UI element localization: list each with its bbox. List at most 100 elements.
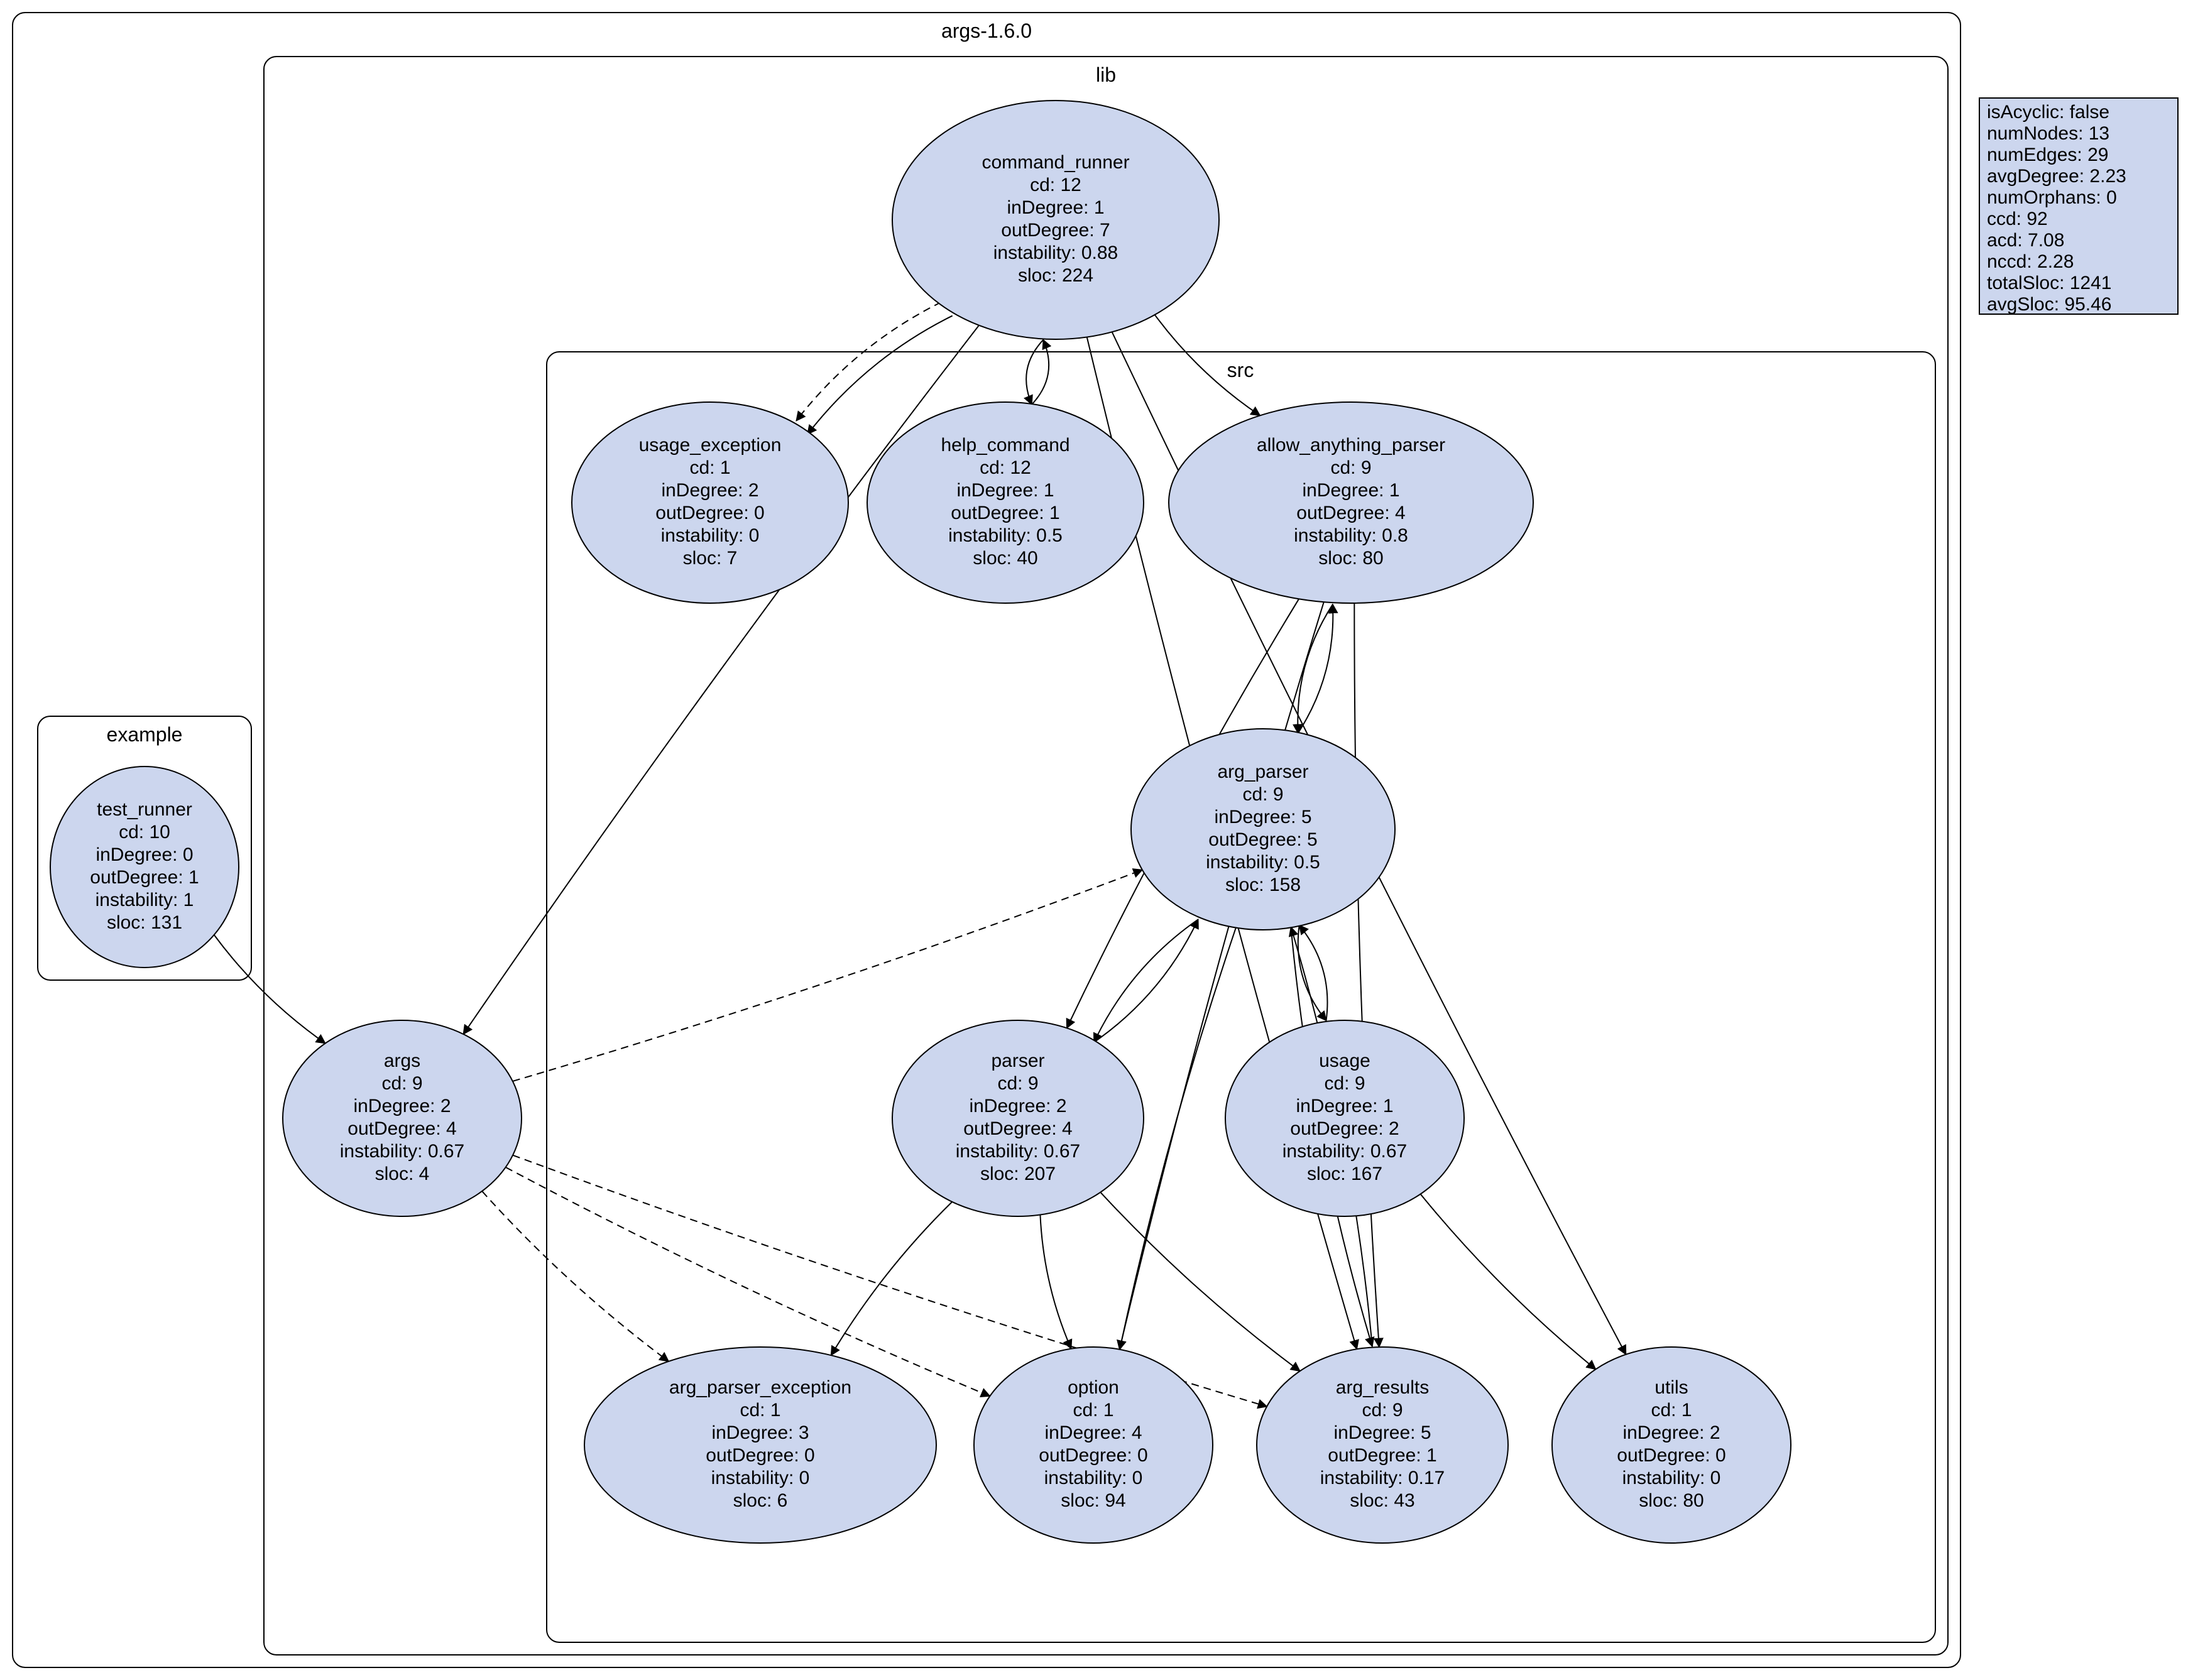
- svg-text:allow_anything_parser: allow_anything_parser: [1257, 435, 1445, 455]
- svg-text:inDegree: 5: inDegree: 5: [1333, 1422, 1431, 1443]
- node-parser: parsercd: 9inDegree: 2outDegree: 4instab…: [892, 1020, 1144, 1216]
- svg-text:instability: 1: instability: 1: [96, 890, 194, 910]
- svg-text:cd: 1: cd: 1: [1651, 1400, 1692, 1421]
- svg-text:arg_parser_exception: arg_parser_exception: [669, 1377, 851, 1398]
- svg-text:sloc: 4: sloc: 4: [375, 1164, 430, 1184]
- svg-text:outDegree: 1: outDegree: 1: [951, 503, 1059, 523]
- node-help_command: help_commandcd: 12inDegree: 1outDegree: …: [867, 402, 1144, 603]
- svg-text:cd: 1: cd: 1: [689, 457, 730, 478]
- dependency-diagram: args-1.6.0 lib src example command_runne…: [0, 0, 2193, 1680]
- svg-text:instability: 0.67: instability: 0.67: [956, 1141, 1080, 1162]
- svg-text:cd: 10: cd: 10: [119, 822, 170, 843]
- edge-parser-arg_parser: [1094, 919, 1198, 1042]
- edge-allow_anything_parser-arg_results: [1354, 603, 1379, 1347]
- svg-text:instability: 0: instability: 0: [711, 1468, 810, 1488]
- svg-text:avgSloc: 95.46: avgSloc: 95.46: [1987, 294, 2111, 315]
- graph-nodes: command_runnercd: 12inDegree: 1outDegree…: [50, 101, 1791, 1543]
- svg-text:instability: 0.5: instability: 0.5: [1206, 852, 1320, 873]
- svg-text:command_runner: command_runner: [982, 152, 1129, 173]
- edge-parser-arg_parser_exception: [831, 1202, 953, 1355]
- svg-text:acd: 7.08: acd: 7.08: [1987, 230, 2064, 251]
- edge-command_runner-usage_exception: [807, 316, 953, 435]
- node-args: argscd: 9inDegree: 2outDegree: 4instabil…: [283, 1020, 522, 1216]
- svg-text:sloc: 167: sloc: 167: [1307, 1164, 1382, 1184]
- node-test_runner: test_runnercd: 10inDegree: 0outDegree: 1…: [50, 766, 239, 968]
- svg-text:instability: 0.5: instability: 0.5: [948, 525, 1063, 546]
- svg-text:inDegree: 5: inDegree: 5: [1214, 807, 1311, 827]
- node-arg_results: arg_resultscd: 9inDegree: 5outDegree: 1i…: [1257, 1347, 1508, 1543]
- svg-text:outDegree: 4: outDegree: 4: [1296, 503, 1405, 523]
- svg-text:instability: 0: instability: 0: [1044, 1468, 1143, 1488]
- edge-usage-utils: [1421, 1194, 1596, 1370]
- svg-text:cd: 9: cd: 9: [1242, 784, 1283, 805]
- node-usage: usagecd: 9inDegree: 1outDegree: 2instabi…: [1225, 1020, 1464, 1216]
- edge-test_runner-args: [214, 935, 325, 1044]
- svg-text:inDegree: 2: inDegree: 2: [661, 480, 758, 501]
- node-option: optioncd: 1inDegree: 4outDegree: 0instab…: [974, 1347, 1213, 1543]
- svg-text:cd: 9: cd: 9: [381, 1073, 422, 1094]
- svg-text:outDegree: 1: outDegree: 1: [90, 867, 199, 888]
- edge-command_runner-help_command: [1026, 340, 1043, 405]
- svg-text:outDegree: 0: outDegree: 0: [706, 1445, 814, 1466]
- svg-text:usage: usage: [1319, 1050, 1370, 1071]
- svg-text:outDegree: 0: outDegree: 0: [1039, 1445, 1147, 1466]
- svg-text:cd: 12: cd: 12: [1030, 175, 1081, 195]
- node-arg_parser: arg_parsercd: 9inDegree: 5outDegree: 5in…: [1131, 729, 1395, 930]
- svg-text:instability: 0.17: instability: 0.17: [1320, 1468, 1445, 1488]
- svg-text:outDegree: 4: outDegree: 4: [347, 1118, 456, 1139]
- edge-parser-arg_results: [1100, 1192, 1299, 1372]
- svg-text:sloc: 80: sloc: 80: [1318, 548, 1383, 569]
- svg-text:cd: 9: cd: 9: [1362, 1400, 1403, 1421]
- cluster-root-label: args-1.6.0: [941, 19, 1032, 42]
- svg-text:args: args: [384, 1050, 420, 1071]
- svg-text:sloc: 6: sloc: 6: [733, 1490, 788, 1511]
- edge-args-arg_parser_exception: [482, 1191, 669, 1361]
- svg-text:arg_parser: arg_parser: [1217, 761, 1308, 782]
- svg-text:outDegree: 0: outDegree: 0: [655, 503, 764, 523]
- svg-text:sloc: 158: sloc: 158: [1225, 875, 1301, 895]
- svg-text:isAcyclic: false: isAcyclic: false: [1987, 102, 2109, 123]
- svg-text:sloc: 40: sloc: 40: [973, 548, 1037, 569]
- svg-text:utils: utils: [1654, 1377, 1688, 1398]
- svg-text:sloc: 224: sloc: 224: [1018, 265, 1093, 286]
- svg-text:test_runner: test_runner: [97, 799, 192, 820]
- svg-text:cd: 9: cd: 9: [997, 1073, 1038, 1094]
- svg-text:sloc: 7: sloc: 7: [683, 548, 738, 569]
- svg-text:inDegree: 2: inDegree: 2: [353, 1096, 451, 1116]
- edge-arg_parser-usage: [1298, 925, 1326, 1021]
- cluster-lib-label: lib: [1096, 63, 1116, 86]
- node-allow_anything_parser: allow_anything_parsercd: 9inDegree: 1out…: [1169, 402, 1533, 603]
- edge-parser-option: [1040, 1215, 1071, 1349]
- svg-text:instability: 0: instability: 0: [1622, 1468, 1721, 1488]
- svg-text:outDegree: 5: outDegree: 5: [1208, 829, 1317, 850]
- edge-help_command-command_runner: [1032, 340, 1049, 405]
- svg-text:cd: 9: cd: 9: [1324, 1073, 1365, 1094]
- node-command_runner: command_runnercd: 12inDegree: 1outDegree…: [892, 101, 1219, 339]
- svg-text:outDegree: 7: outDegree: 7: [1001, 220, 1110, 241]
- svg-text:sloc: 80: sloc: 80: [1639, 1490, 1704, 1511]
- svg-text:inDegree: 4: inDegree: 4: [1044, 1422, 1142, 1443]
- svg-text:inDegree: 1: inDegree: 1: [1302, 480, 1399, 501]
- svg-text:inDegree: 3: inDegree: 3: [711, 1422, 809, 1443]
- svg-text:outDegree: 2: outDegree: 2: [1290, 1118, 1399, 1139]
- svg-text:numEdges: 29: numEdges: 29: [1987, 145, 2108, 165]
- svg-text:sloc: 94: sloc: 94: [1061, 1490, 1125, 1511]
- edge-arg_parser-parser: [1094, 919, 1198, 1042]
- edge-allow_anything_parser-option: [1120, 602, 1324, 1350]
- svg-text:outDegree: 1: outDegree: 1: [1328, 1445, 1436, 1466]
- svg-text:help_command: help_command: [941, 435, 1069, 455]
- svg-text:ccd: 92: ccd: 92: [1987, 209, 2048, 229]
- svg-text:outDegree: 0: outDegree: 0: [1617, 1445, 1725, 1466]
- graph-stats-box: isAcyclic: falsenumNodes: 13numEdges: 29…: [1979, 98, 2178, 315]
- svg-text:inDegree: 1: inDegree: 1: [1007, 197, 1104, 218]
- svg-text:usage_exception: usage_exception: [639, 435, 782, 455]
- svg-text:cd: 1: cd: 1: [740, 1400, 780, 1421]
- svg-text:instability: 0.88: instability: 0.88: [993, 243, 1118, 263]
- svg-text:instability: 0.67: instability: 0.67: [1282, 1141, 1407, 1162]
- svg-text:instability: 0: instability: 0: [661, 525, 760, 546]
- cluster-example-label: example: [107, 723, 183, 746]
- svg-text:instability: 0.67: instability: 0.67: [340, 1141, 464, 1162]
- svg-text:inDegree: 0: inDegree: 0: [96, 844, 193, 865]
- svg-text:cd: 1: cd: 1: [1073, 1400, 1113, 1421]
- node-arg_parser_exception: arg_parser_exceptioncd: 1inDegree: 3outD…: [584, 1347, 936, 1543]
